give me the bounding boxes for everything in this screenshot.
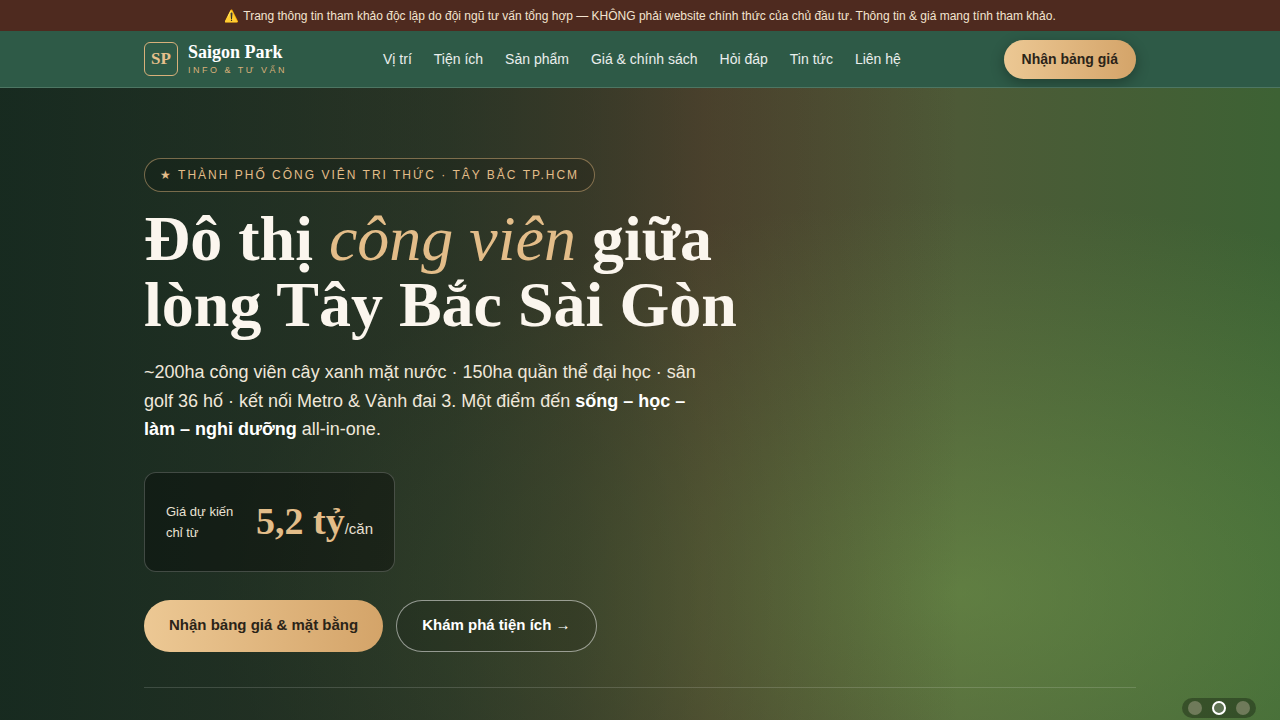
- slide-dots: [1182, 698, 1256, 718]
- hero-subtitle: ~200ha công viên cây xanh mặt nước · 150…: [144, 358, 704, 444]
- nav-links: Vị trí Tiện ích Sản phẩm Giá & chính sách Hỏ…: [383, 49, 901, 70]
- price-unit: /căn: [345, 518, 373, 541]
- price-value-group: 5,2 tỷ/căn: [256, 493, 373, 550]
- nav-link[interactable]: Liên hệ: [855, 49, 901, 70]
- title-segment: Đô thị: [144, 203, 329, 274]
- hero-title: Đô thị công viên giữalòng Tây Bắc Sài Gò…: [144, 206, 737, 338]
- hero-badge: ★ THÀNH PHỐ CÔNG VIÊN TRI THỨC · TÂY BẮC…: [144, 158, 595, 192]
- price-button[interactable]: Nhận bảng giá: [1004, 40, 1136, 79]
- price-label: Giá dự kiến chỉ từ: [166, 501, 246, 543]
- amenities-button[interactable]: Khám phá tiện ích →: [396, 600, 596, 652]
- title-segment: lòng Tây Bắc Sài Gòn: [144, 269, 737, 340]
- nav-link[interactable]: Sản phẩm: [505, 49, 569, 70]
- nav-link[interactable]: Vị trí: [383, 49, 412, 70]
- nav-link[interactable]: Tiện ích: [434, 49, 483, 70]
- brand-text: Saigon Park INFO & TƯ VẤN: [188, 43, 287, 75]
- logo: SP: [144, 42, 178, 76]
- hero-buttons: Nhận bảng giá & mặt bằngKhám phá tiện íc…: [144, 600, 597, 652]
- warning-icon: ⚠️: [224, 7, 239, 25]
- slide-dot[interactable]: [1236, 701, 1250, 715]
- nav-link[interactable]: Giá & chính sách: [591, 49, 698, 70]
- slide-dot[interactable]: [1188, 701, 1202, 715]
- price-card: Giá dự kiến chỉ từ5,2 tỷ/căn: [144, 472, 395, 572]
- brand-name: Saigon Park: [188, 43, 287, 61]
- price-plan-button[interactable]: Nhận bảng giá & mặt bằng: [144, 600, 383, 652]
- title-segment: giữa: [576, 203, 712, 274]
- hero-content: ★ THÀNH PHỐ CÔNG VIÊN TRI THỨC · TÂY BẮC…: [0, 88, 1280, 688]
- nav-bar: SP Saigon Park INFO & TƯ VẤN Vị trí Tiện ích…: [0, 31, 1280, 88]
- divider: [144, 687, 1136, 688]
- title-line: lòng Tây Bắc Sài Gòn: [144, 272, 737, 338]
- slide-dot[interactable]: [1212, 701, 1226, 715]
- hero: ★ THÀNH PHỐ CÔNG VIÊN TRI THỨC · TÂY BẮC…: [0, 88, 1280, 720]
- title-segment: công viên: [329, 203, 576, 274]
- notice-bar: ⚠️Trang thông tin tham khảo độc lập do đ…: [0, 0, 1280, 31]
- price-value: 5,2 tỷ: [256, 493, 345, 550]
- notice-text: Trang thông tin tham khảo độc lập do đội…: [243, 7, 1055, 25]
- subtitle-segment: all-in-one.: [297, 419, 381, 439]
- nav-link[interactable]: Hỏi đáp: [720, 49, 768, 70]
- brand-tagline: INFO & TƯ VẤN: [188, 66, 287, 75]
- nav-link[interactable]: Tin tức: [790, 49, 833, 70]
- brand[interactable]: SP Saigon Park INFO & TƯ VẤN: [144, 42, 287, 76]
- title-line: Đô thị công viên giữa: [144, 206, 737, 272]
